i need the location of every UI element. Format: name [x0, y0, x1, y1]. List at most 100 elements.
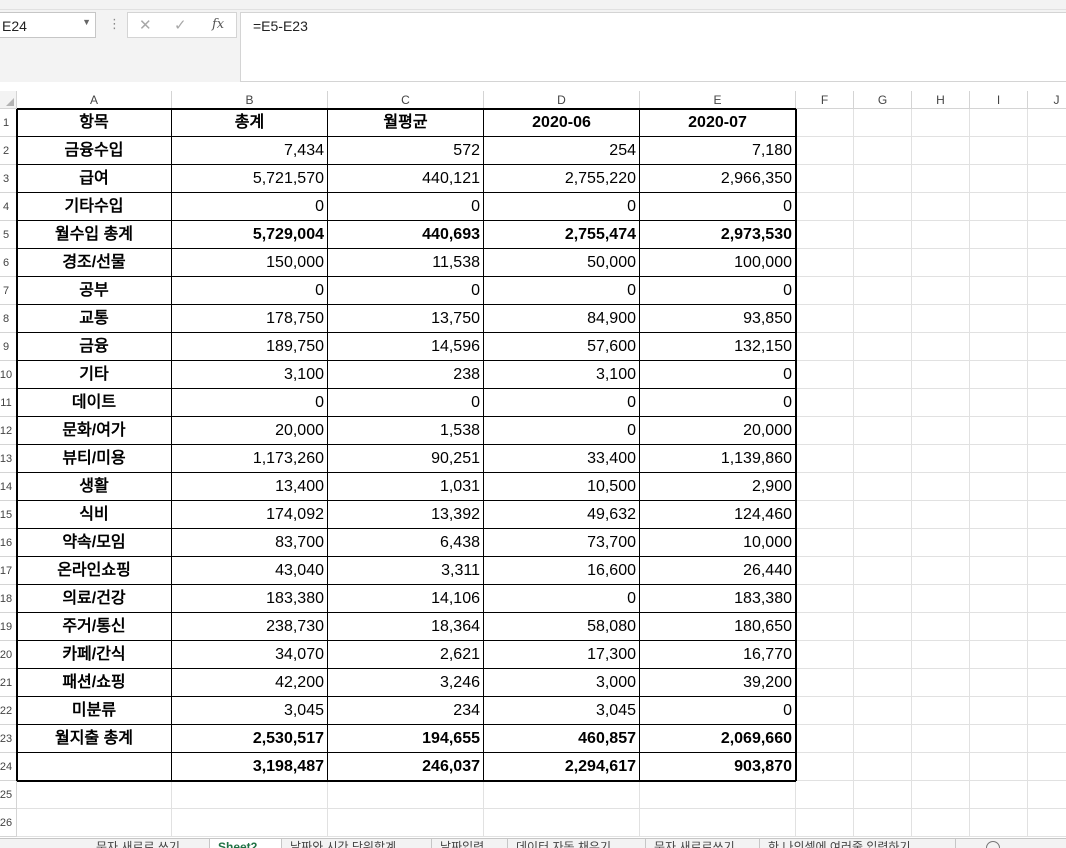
cell-h4[interactable] — [912, 193, 970, 221]
cell-b19[interactable]: 238,730 — [172, 613, 328, 641]
cell-e15[interactable]: 124,460 — [640, 501, 796, 529]
cell-g16[interactable] — [854, 529, 912, 557]
cell-g21[interactable] — [854, 669, 912, 697]
cell-c16[interactable]: 6,438 — [328, 529, 484, 557]
cell-e7[interactable]: 0 — [640, 277, 796, 305]
formula-input[interactable]: =E5-E23 — [240, 12, 1066, 82]
row-header-17[interactable]: 17 — [0, 557, 17, 585]
cell-j3[interactable] — [1028, 165, 1066, 193]
cell-g19[interactable] — [854, 613, 912, 641]
cell-c25[interactable] — [328, 781, 484, 809]
cell-d14[interactable]: 10,500 — [484, 473, 640, 501]
cell-a13[interactable]: 뷰티/미용 — [17, 445, 172, 473]
row-header-11[interactable]: 11 — [0, 389, 17, 417]
cell-h18[interactable] — [912, 585, 970, 613]
cell-d1[interactable]: 2020-06 — [484, 109, 640, 137]
cell-d8[interactable]: 84,900 — [484, 305, 640, 333]
cell-d26[interactable] — [484, 809, 640, 837]
cell-d10[interactable]: 3,100 — [484, 361, 640, 389]
cell-j23[interactable] — [1028, 725, 1066, 753]
cell-e4[interactable]: 0 — [640, 193, 796, 221]
cell-c2[interactable]: 572 — [328, 137, 484, 165]
cell-e25[interactable] — [640, 781, 796, 809]
cell-e19[interactable]: 180,650 — [640, 613, 796, 641]
column-header-g[interactable]: G — [854, 91, 912, 109]
cell-e1[interactable]: 2020-07 — [640, 109, 796, 137]
cell-i1[interactable] — [970, 109, 1028, 137]
name-box[interactable]: E24 ▼ — [0, 12, 96, 38]
cell-f2[interactable] — [796, 137, 854, 165]
cell-g11[interactable] — [854, 389, 912, 417]
cell-e11[interactable]: 0 — [640, 389, 796, 417]
cell-d19[interactable]: 58,080 — [484, 613, 640, 641]
cell-h24[interactable] — [912, 753, 970, 781]
cell-g5[interactable] — [854, 221, 912, 249]
cell-i9[interactable] — [970, 333, 1028, 361]
cell-j24[interactable] — [1028, 753, 1066, 781]
cell-d11[interactable]: 0 — [484, 389, 640, 417]
cell-b17[interactable]: 43,040 — [172, 557, 328, 585]
cell-d4[interactable]: 0 — [484, 193, 640, 221]
cell-f20[interactable] — [796, 641, 854, 669]
cell-f4[interactable] — [796, 193, 854, 221]
cell-e23[interactable]: 2,069,660 — [640, 725, 796, 753]
cell-b3[interactable]: 5,721,570 — [172, 165, 328, 193]
cell-d2[interactable]: 254 — [484, 137, 640, 165]
cell-e17[interactable]: 26,440 — [640, 557, 796, 585]
cell-g13[interactable] — [854, 445, 912, 473]
cell-f16[interactable] — [796, 529, 854, 557]
cell-e6[interactable]: 100,000 — [640, 249, 796, 277]
cell-h10[interactable] — [912, 361, 970, 389]
cell-a23[interactable]: 월지출 총계 — [17, 725, 172, 753]
cell-i10[interactable] — [970, 361, 1028, 389]
cell-j8[interactable] — [1028, 305, 1066, 333]
cell-i2[interactable] — [970, 137, 1028, 165]
cell-b22[interactable]: 3,045 — [172, 697, 328, 725]
cell-d13[interactable]: 33,400 — [484, 445, 640, 473]
cell-e22[interactable]: 0 — [640, 697, 796, 725]
cell-d24[interactable]: 2,294,617 — [484, 753, 640, 781]
cell-j26[interactable] — [1028, 809, 1066, 837]
cell-j21[interactable] — [1028, 669, 1066, 697]
row-header-22[interactable]: 22 — [0, 697, 17, 725]
cell-h19[interactable] — [912, 613, 970, 641]
cell-a10[interactable]: 기타 — [17, 361, 172, 389]
sheet-tab-6[interactable]: 문자 새로로쓰기 — [646, 839, 760, 848]
cell-h9[interactable] — [912, 333, 970, 361]
add-sheet-icon[interactable] — [986, 841, 1000, 848]
column-header-c[interactable]: C — [328, 91, 484, 109]
cell-i21[interactable] — [970, 669, 1028, 697]
cell-j4[interactable] — [1028, 193, 1066, 221]
sheet-tab-2[interactable]: Sheet2 — [210, 839, 282, 848]
column-header-d[interactable]: D — [484, 91, 640, 109]
row-header-1[interactable]: 1 — [0, 109, 17, 137]
cell-h3[interactable] — [912, 165, 970, 193]
cell-f18[interactable] — [796, 585, 854, 613]
cell-f24[interactable] — [796, 753, 854, 781]
cell-i15[interactable] — [970, 501, 1028, 529]
row-header-5[interactable]: 5 — [0, 221, 17, 249]
cell-f15[interactable] — [796, 501, 854, 529]
cell-j13[interactable] — [1028, 445, 1066, 473]
cell-c15[interactable]: 13,392 — [328, 501, 484, 529]
cell-h25[interactable] — [912, 781, 970, 809]
cell-j1[interactable] — [1028, 109, 1066, 137]
cell-b16[interactable]: 83,700 — [172, 529, 328, 557]
cell-a9[interactable]: 금융 — [17, 333, 172, 361]
cell-a1[interactable]: 항목 — [17, 109, 172, 137]
cell-h26[interactable] — [912, 809, 970, 837]
cell-c8[interactable]: 13,750 — [328, 305, 484, 333]
cell-j5[interactable] — [1028, 221, 1066, 249]
cell-i13[interactable] — [970, 445, 1028, 473]
name-box-dropdown-icon[interactable]: ▼ — [82, 17, 91, 27]
row-header-18[interactable]: 18 — [0, 585, 17, 613]
cell-e24[interactable]: 903,870 — [640, 753, 796, 781]
cell-g22[interactable] — [854, 697, 912, 725]
cell-a20[interactable]: 카페/간식 — [17, 641, 172, 669]
cell-b24[interactable]: 3,198,487 — [172, 753, 328, 781]
cell-a18[interactable]: 의료/건강 — [17, 585, 172, 613]
cell-b9[interactable]: 189,750 — [172, 333, 328, 361]
row-header-21[interactable]: 21 — [0, 669, 17, 697]
row-header-16[interactable]: 16 — [0, 529, 17, 557]
cell-b12[interactable]: 20,000 — [172, 417, 328, 445]
